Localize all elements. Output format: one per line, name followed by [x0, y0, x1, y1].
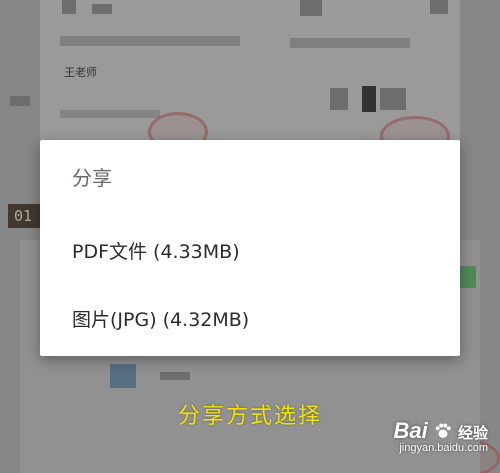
baidu-watermark: Bai 经验 jingyan.baidu.com: [393, 418, 488, 454]
share-option-jpg[interactable]: 图片(JPG) (4.32MB): [40, 290, 460, 346]
paw-icon: [435, 423, 451, 438]
watermark-url: jingyan.baidu.com: [399, 442, 488, 454]
share-option-pdf-label: PDF文件 (4.33MB): [72, 240, 240, 263]
share-option-jpg-label: 图片(JPG) (4.32MB): [72, 308, 250, 331]
watermark-suffix: 经验: [457, 425, 488, 442]
share-dialog: 分享 PDF文件 (4.33MB) 图片(JPG) (4.32MB): [40, 140, 460, 356]
share-option-pdf[interactable]: PDF文件 (4.33MB): [40, 222, 460, 278]
dialog-title: 分享: [72, 166, 112, 190]
watermark-brand: Bai: [393, 418, 428, 443]
watermark-logo: Bai 经验: [393, 418, 488, 444]
